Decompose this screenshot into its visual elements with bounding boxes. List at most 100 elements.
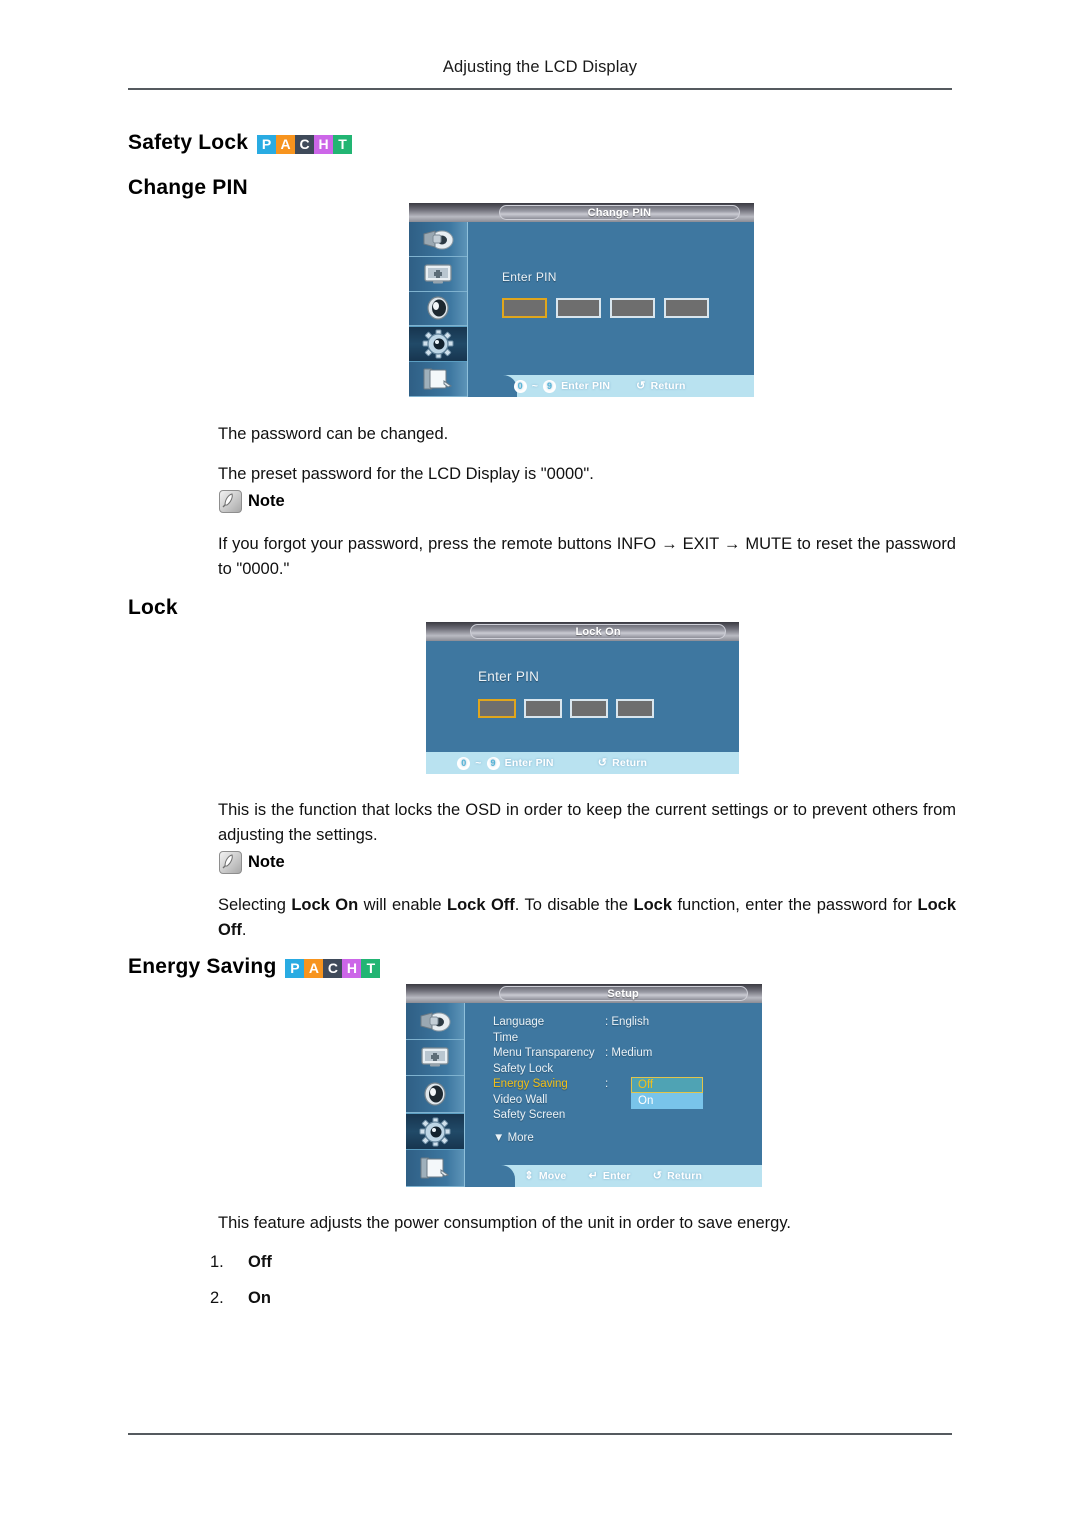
osd-lock-on-title: Lock On <box>575 625 621 638</box>
pacht-badge-energy-saving: PACHT <box>285 958 381 978</box>
footer-enter-pin-label: Enter PIN <box>561 380 611 392</box>
setup-row-language[interactable]: Language : English <box>493 1015 695 1031</box>
multi-control-icon[interactable] <box>406 1150 464 1187</box>
footer-enter-pin[interactable]: 0 ~ 9 Enter PIN <box>513 379 611 393</box>
setup-gear-icon[interactable] <box>409 326 467 363</box>
return-icon: ↺ <box>652 1169 663 1182</box>
osd-setup-body: Language : English Time Menu Transparenc… <box>406 1003 762 1187</box>
setup-row-time-value <box>605 1031 695 1047</box>
input-source-icon-svg <box>423 230 454 250</box>
footer-return[interactable]: ↺ Return <box>653 1170 702 1182</box>
paragraph-lock-note: Selecting Lock On will enable Lock Off. … <box>218 896 956 939</box>
footer-move[interactable]: ⇕ Move <box>524 1170 566 1182</box>
footer-enter-pin[interactable]: 0 ~ 9 Enter PIN <box>457 756 554 770</box>
pacht-letter-c: C <box>295 134 315 154</box>
pin-box-1[interactable] <box>478 699 516 718</box>
osd-change-pin-footer: 0 ~ 9 Enter PIN ↺ Return <box>468 375 754 397</box>
picture-icon[interactable] <box>409 257 467 292</box>
heading-change-pin: Change PIN <box>128 176 248 199</box>
setup-row-video-wall-name: Video Wall <box>493 1093 548 1106</box>
dropdown-option-on[interactable]: On <box>631 1093 703 1109</box>
key-separator: ~ <box>531 380 539 392</box>
osd-change-pin-boxes <box>502 298 709 318</box>
setup-row-more-label: ▼ More <box>493 1131 534 1144</box>
setup-row-energy-saving-name: Energy Saving <box>493 1078 568 1090</box>
dropdown-option-off[interactable]: Off <box>631 1077 703 1093</box>
picture-icon[interactable] <box>406 1040 464 1077</box>
picture-icon-svg <box>421 1047 449 1067</box>
pacht-letter-p: P <box>285 958 305 978</box>
osd-setup-sidebar <box>406 1003 465 1187</box>
setup-row-menu-transparency-value: : Medium <box>605 1047 653 1059</box>
setup-row-safety-lock[interactable]: Safety Lock <box>493 1062 695 1078</box>
multi-control-icon-svg <box>423 368 453 390</box>
footer-return-label: Return <box>650 380 686 392</box>
osd-setup: Setup Language: English Time Menu Trans… <box>406 984 762 1187</box>
note-block-lock: Note <box>219 851 285 874</box>
sound-icon[interactable] <box>406 1076 464 1113</box>
setup-gear-icon-svg <box>422 329 454 359</box>
setup-row-menu-transparency[interactable]: Menu Transparency : Medium <box>493 1046 695 1062</box>
pacht-letter-t: T <box>333 134 353 154</box>
input-source-icon[interactable] <box>409 222 467 257</box>
key-9: 9 <box>543 379 557 393</box>
multi-control-icon[interactable] <box>409 362 467 397</box>
list-item-label: On <box>248 1289 271 1307</box>
running-header: Adjusting the LCD Display <box>442 58 638 76</box>
setup-row-menu-transparency-name: Menu Transparency <box>493 1047 595 1059</box>
pin-box-3[interactable] <box>610 298 655 318</box>
return-icon: ↺ <box>597 756 608 769</box>
pin-box-4[interactable] <box>616 699 654 718</box>
setup-row-safety-lock-name: Safety Lock <box>493 1062 554 1075</box>
footer-move-label: Move <box>538 1170 567 1182</box>
input-source-icon[interactable] <box>406 1003 464 1040</box>
heading-safety-lock: Safety Lock PACHT <box>128 131 353 155</box>
picture-icon-svg <box>424 264 452 284</box>
setup-row-language-value: : English <box>605 1016 650 1028</box>
setup-row-safety-screen[interactable]: Safety Screen <box>493 1108 695 1124</box>
setup-row-safety-screen-value <box>605 1108 695 1124</box>
osd-lock-on-footer: 0 ~ 9 Enter PIN ↺ Return <box>426 752 739 774</box>
pin-box-2[interactable] <box>524 699 562 718</box>
sound-icon[interactable] <box>409 292 467 327</box>
paragraph-forgot-password: If you forgot your password, press the r… <box>218 535 956 578</box>
paragraph-password-can-be-changed: The password can be changed. <box>218 425 449 443</box>
note-pen-icon <box>219 851 242 874</box>
pin-box-2[interactable] <box>556 298 601 318</box>
heading-energy-saving-text: Energy Saving <box>128 955 277 978</box>
osd-change-pin-label: Enter PIN <box>502 270 557 284</box>
paragraph-preset-password: The preset password for the LCD Display … <box>218 465 594 483</box>
setup-row-more[interactable]: ▼ More <box>493 1131 695 1147</box>
footer-return[interactable]: ↺ Return <box>598 757 647 769</box>
osd-setup-title-pill: Setup <box>498 986 748 1001</box>
energy-saving-options-list: 1. Off 2. On <box>210 1253 272 1325</box>
note-label-lock: Note <box>248 853 285 871</box>
pin-box-4[interactable] <box>664 298 709 318</box>
footer-enter-label: Enter <box>602 1170 631 1182</box>
document-page: Adjusting the LCD Display Safety Lock PA… <box>0 0 1080 1527</box>
footer-return[interactable]: ↺ Return <box>636 380 685 392</box>
pin-box-1[interactable] <box>502 298 547 318</box>
setup-gear-icon[interactable] <box>406 1112 464 1151</box>
setup-row-safety-lock-value <box>605 1062 695 1078</box>
return-icon: ↺ <box>636 379 646 392</box>
osd-lock-on-main: Enter PIN 0 ~ 9 Enter PIN ↺ Return <box>426 641 739 774</box>
setup-row-time[interactable]: Time <box>493 1031 695 1047</box>
footer-enter[interactable]: ↵ Enter <box>588 1170 630 1182</box>
pin-box-3[interactable] <box>570 699 608 718</box>
osd-change-pin-title: Change PIN <box>587 206 652 219</box>
setup-gear-icon-svg <box>419 1117 451 1147</box>
setup-row-language-name: Language <box>493 1016 545 1028</box>
energy-saving-dropdown[interactable]: Off On <box>631 1077 703 1109</box>
multi-control-icon-svg <box>420 1157 450 1179</box>
list-item-label: Off <box>248 1253 272 1271</box>
paragraph-energy-saving-description: This feature adjusts the power consumpti… <box>218 1214 791 1232</box>
osd-change-pin: Change PIN Enter PIN 0 ~ 9 Enter PIN ↺ R… <box>409 203 754 397</box>
footer-rule <box>128 1433 952 1435</box>
pacht-letter-t: T <box>361 958 381 978</box>
osd-change-pin-body: Enter PIN 0 ~ 9 Enter PIN ↺ Return <box>409 222 754 397</box>
note-pen-icon-svg <box>222 854 233 869</box>
sound-icon-svg <box>424 1082 446 1106</box>
footer-return-label: Return <box>667 1170 703 1182</box>
osd-setup-main: Language : English Time Menu Transparenc… <box>465 1003 762 1187</box>
